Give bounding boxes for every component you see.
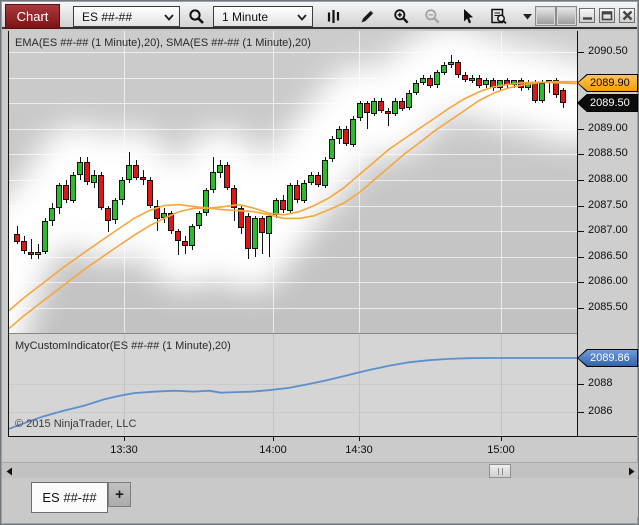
tab-strip: ES ##-## +: [2, 479, 639, 517]
minimize-icon: [582, 10, 593, 21]
caret-down-icon: [523, 14, 532, 20]
horizontal-scrollbar[interactable]: [2, 462, 639, 478]
triangle-right-icon: [628, 467, 636, 476]
add-tab-button[interactable]: +: [108, 482, 131, 507]
time-axis[interactable]: 13:30 14:00 14:30 15:00: [4, 437, 637, 462]
chevron-down-icon: [297, 14, 307, 21]
time-axis-label: 13:30: [99, 444, 149, 456]
drawing-tools-button[interactable]: [354, 5, 380, 28]
price-axis-label: 2088.00: [588, 173, 628, 185]
price-axis-label: 2086: [588, 405, 612, 417]
price-tick: [577, 308, 584, 309]
price-tick: [577, 180, 584, 181]
main-indicator-label: EMA(ES ##-## (1 Minute),20), SMA(ES ##-#…: [15, 37, 311, 49]
indicator-panel[interactable]: MyCustomIndicator(ES ##-## (1 Minute),20…: [9, 334, 577, 436]
data-box-button[interactable]: [486, 5, 512, 28]
time-tick: [501, 436, 502, 441]
restore-icon: [601, 10, 613, 21]
close-button[interactable]: [619, 8, 635, 23]
price-marker-blue: 2089.86: [577, 349, 638, 367]
search-icon: [188, 8, 205, 25]
cursor-arrow-icon: [459, 8, 476, 25]
chart-region: EMA(ES ##-## (1 Minute),20), SMA(ES ##-#…: [4, 31, 637, 462]
triangle-left-icon: [5, 467, 13, 476]
chevron-down-icon: [164, 14, 174, 21]
restore-button[interactable]: [599, 8, 615, 23]
price-axis-label: 2090.50: [588, 45, 628, 57]
price-tick: [577, 257, 584, 258]
price-axis-label: 2086.00: [588, 275, 628, 287]
cursor-mode-button[interactable]: [454, 5, 480, 28]
titlebar: Chart ES ##-## 1 Minute: [2, 2, 637, 29]
price-tick: [577, 412, 584, 413]
time-tick: [273, 436, 274, 441]
price-axis-label: 2087.00: [588, 224, 628, 236]
price-axis-label: 2085.50: [588, 301, 628, 313]
price-marker-orange: 2089.90: [577, 74, 638, 92]
price-tick: [577, 384, 584, 385]
time-axis-label: 15:00: [476, 444, 526, 456]
price-axis[interactable]: 2090.50 2089.00 2088.50 2088.00 2087.50 2087.…: [578, 31, 637, 436]
toolbar-more-button[interactable]: [518, 5, 536, 28]
ma-line: [9, 82, 577, 310]
lower-indicator-label: MyCustomIndicator(ES ##-## (1 Minute),20…: [15, 340, 231, 352]
instrument-value: ES ##-##: [82, 10, 132, 24]
custom-toolbar-button-1[interactable]: [536, 7, 555, 25]
price-axis-label: 2087.50: [588, 199, 628, 211]
time-axis-label: 14:30: [334, 444, 384, 456]
zoom-in-button[interactable]: [388, 5, 414, 28]
price-axis-label: 2089.00: [588, 122, 628, 134]
ma-line: [9, 82, 577, 329]
price-axis-label: 2088: [588, 377, 612, 389]
scrollbar-thumb[interactable]: [489, 464, 511, 478]
time-axis-label: 14:00: [248, 444, 298, 456]
moving-average-lines: [9, 31, 577, 333]
scroll-left-button[interactable]: [2, 464, 16, 478]
chart-style-button[interactable]: [320, 5, 346, 28]
scroll-right-button[interactable]: [625, 464, 639, 478]
zoom-out-icon: [424, 8, 441, 25]
price-tick: [577, 129, 584, 130]
zoom-in-icon: [393, 8, 410, 25]
price-tick: [577, 282, 584, 283]
price-axis-label: 2088.50: [588, 147, 628, 159]
close-icon: [622, 10, 633, 21]
copyright-text: © 2015 NinjaTrader, LLC: [15, 418, 136, 430]
chart-window: Chart ES ##-## 1 Minute: [0, 0, 639, 525]
price-tick: [577, 231, 584, 232]
report-magnifier-icon: [490, 8, 508, 25]
price-marker-black: 2089.50: [577, 94, 638, 112]
minimize-button[interactable]: [579, 8, 595, 23]
instrument-selector[interactable]: ES ##-##: [73, 6, 180, 27]
bar-chart-icon: [325, 8, 342, 25]
price-tick: [577, 206, 584, 207]
instrument-lookup-button[interactable]: [183, 5, 209, 28]
interval-selector[interactable]: 1 Minute: [213, 6, 313, 27]
price-axis-label: 2086.50: [588, 250, 628, 262]
window-type-tab[interactable]: Chart: [5, 4, 60, 29]
price-tick: [577, 154, 584, 155]
pencil-icon: [359, 8, 376, 25]
interval-value: 1 Minute: [222, 10, 268, 24]
time-tick: [124, 436, 125, 441]
price-panel[interactable]: EMA(ES ##-## (1 Minute),20), SMA(ES ##-#…: [9, 31, 577, 333]
tab-es-instrument[interactable]: ES ##-##: [31, 482, 108, 513]
price-tick: [577, 52, 584, 53]
time-tick: [359, 436, 360, 441]
custom-toolbar-button-2[interactable]: [557, 7, 576, 25]
zoom-out-button[interactable]: [419, 5, 445, 28]
